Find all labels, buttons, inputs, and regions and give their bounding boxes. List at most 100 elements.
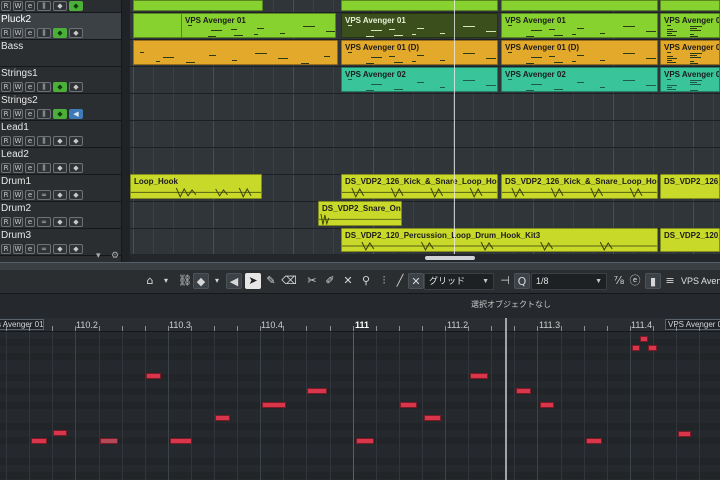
edit-instrument-icon[interactable]: e — [25, 82, 35, 92]
part-pluck2-b[interactable]: VPS Avenger 01 — [181, 13, 336, 38]
track-list-scrollbar[interactable] — [121, 0, 130, 262]
midi-note[interactable] — [307, 388, 327, 394]
midi-note[interactable] — [170, 438, 192, 444]
lanes-icon[interactable]: ⫼ — [37, 163, 51, 173]
read-automation-icon[interactable]: R — [1, 136, 11, 146]
edit-instrument-icon[interactable]: e — [25, 136, 35, 146]
midi-note[interactable] — [356, 438, 374, 444]
glue-icon[interactable]: ✐ — [322, 273, 338, 289]
read-automation-icon[interactable]: R — [1, 217, 11, 227]
write-automation-icon[interactable]: W — [13, 109, 23, 119]
zoom-icon[interactable]: ⚲ — [358, 273, 374, 289]
ruler-part-right[interactable]: VPS Avenger 01 — [665, 319, 720, 330]
track-name[interactable]: Drum3 — [1, 230, 31, 241]
track-row[interactable]: Pluck2 R We ⫼ ◆ ◆ — [0, 13, 121, 40]
track-name[interactable]: Lead2 — [1, 149, 29, 160]
edit-instrument-icon[interactable]: e — [25, 190, 35, 200]
monitor-active-icon[interactable]: ◆ — [53, 82, 67, 92]
part-drum1-d[interactable]: DS_VDP2_126_Kic — [660, 174, 720, 199]
lanes-icon[interactable]: ⫼ — [37, 109, 51, 119]
settings-gear-icon[interactable]: ⚙ — [111, 250, 119, 260]
write-automation-icon[interactable]: W — [13, 28, 23, 38]
midi-note[interactable] — [678, 431, 691, 437]
scissors-icon[interactable]: ✂ — [304, 273, 320, 289]
midi-note[interactable] — [516, 388, 531, 394]
line-tool-icon[interactable]: ⫶ — [376, 273, 392, 289]
midi-note[interactable] — [53, 430, 67, 436]
home-icon[interactable]: ⌂ — [142, 273, 158, 289]
write-automation-icon[interactable]: W — [13, 217, 23, 227]
lanes-icon[interactable]: ⫼ — [37, 82, 51, 92]
edit-instrument-icon[interactable]: e — [25, 28, 35, 38]
part-drum2-a[interactable]: DS_VDP2_Snare_One_S — [318, 201, 402, 226]
part-pluck2-d[interactable]: VPS Avenger 01 — [501, 13, 658, 38]
link-icon[interactable]: ∞ — [37, 190, 51, 200]
lines-icon[interactable]: ≡ — [662, 273, 678, 289]
scroll-down-icon[interactable]: ▾ — [96, 250, 101, 260]
draw-line-icon[interactable]: ╱ — [392, 273, 408, 289]
track-name[interactable]: Lead1 — [1, 122, 29, 133]
quantize-icon[interactable]: Q — [514, 273, 530, 289]
monitor-active-icon[interactable]: ◆ — [69, 1, 83, 11]
lanes-icon[interactable]: ⫼ — [37, 136, 51, 146]
monitor-icon[interactable]: ◆ — [53, 190, 67, 200]
eraser-icon[interactable]: ⌫ — [281, 273, 297, 289]
track-name[interactable]: Pluck2 — [1, 14, 31, 25]
key-editor-ruler[interactable]: s Avenger 01 VPS Avenger 01 110.2110.311… — [0, 318, 720, 332]
monitor-active-icon[interactable]: ◆ — [53, 109, 67, 119]
read-automation-icon[interactable]: R — [1, 1, 11, 11]
midi-note[interactable] — [262, 402, 286, 408]
track-name[interactable]: Strings1 — [1, 68, 38, 79]
monitor-icon[interactable]: ◆ — [53, 136, 67, 146]
lanes-icon[interactable]: ⫼ — [37, 28, 51, 38]
midi-note[interactable] — [400, 402, 417, 408]
snap-to-zero-icon[interactable]: ⊣ — [497, 273, 513, 289]
monitor-icon[interactable]: ◆ — [53, 217, 67, 227]
dropdown-arrow-icon[interactable]: ▾ — [158, 273, 174, 289]
midi-note[interactable] — [146, 373, 161, 379]
snap-type-dropdown[interactable]: グリッド ▼ — [424, 273, 494, 290]
color-tool-icon[interactable]: ◆ — [193, 273, 209, 289]
part-bass-c[interactable]: VPS Avenger 01 (D) — [501, 40, 658, 65]
write-automation-icon[interactable]: W — [13, 136, 23, 146]
key-editor[interactable]: 選択オブジェクトなし s Avenger 01 VPS Avenger 01 1… — [0, 294, 720, 480]
part-top-c[interactable] — [501, 0, 658, 11]
write-automation-icon[interactable]: W — [13, 163, 23, 173]
part-bass-b[interactable]: VPS Avenger 01 (D) — [341, 40, 498, 65]
part-drum3-a[interactable]: DS_VDP2_120_Percussion_Loop_Drum_Hook_Ki… — [341, 228, 658, 252]
link-icon[interactable]: ⛓ — [177, 273, 193, 289]
monitor-icon[interactable]: ◆ — [69, 136, 83, 146]
monitor-icon[interactable]: ◆ — [69, 82, 83, 92]
part-bass-a[interactable] — [133, 40, 338, 65]
quantize-preset-icon[interactable]: ⅞ — [611, 273, 627, 289]
part-drum1-c[interactable]: DS_VDP2_126_Kick_&_Snare_Loop_Hook — [501, 174, 658, 199]
read-automation-icon[interactable]: R — [1, 109, 11, 119]
write-automation-icon[interactable]: W — [13, 190, 23, 200]
track-name[interactable]: Drum2 — [1, 203, 31, 214]
midi-note[interactable] — [640, 336, 648, 342]
project-cursor[interactable] — [454, 0, 455, 254]
track-row[interactable]: Drum2 R We ∞ ◆ ◆ — [0, 202, 121, 229]
edit-instrument-icon[interactable]: e — [25, 1, 35, 11]
track-row[interactable]: Drum1 R We ∞ ◆ ◆ — [0, 175, 121, 202]
midi-note[interactable] — [648, 345, 657, 351]
part-pluck2-e[interactable]: VPS Avenger 01 — [660, 13, 720, 38]
editor-cursor[interactable] — [505, 318, 507, 480]
part-top-a[interactable] — [133, 0, 263, 11]
midi-note[interactable] — [100, 438, 118, 444]
monitor-icon[interactable]: ◆ — [53, 244, 67, 254]
lower-zone-divider[interactable] — [0, 262, 720, 270]
pencil-icon[interactable]: ✎ — [263, 273, 279, 289]
mute-icon[interactable]: ✕ — [340, 273, 356, 289]
note-grid[interactable] — [0, 332, 720, 480]
lanes-icon[interactable]: ⫼ — [37, 1, 51, 11]
link-icon[interactable]: ∞ — [37, 217, 51, 227]
midi-note[interactable] — [632, 345, 640, 351]
track-row[interactable]: Lead1 R We ⫼ ◆ ◆ — [0, 121, 121, 148]
write-automation-icon[interactable]: W — [13, 82, 23, 92]
read-automation-icon[interactable]: R — [1, 28, 11, 38]
read-automation-icon[interactable]: R — [1, 244, 11, 254]
monitor-icon[interactable]: ◆ — [69, 244, 83, 254]
arrange-window[interactable]: VPS Avenger 01 VPS Avenger 01 VPS Avenge… — [130, 0, 720, 262]
part-strings1-c[interactable]: VPS Avenger 02 — [660, 67, 720, 92]
